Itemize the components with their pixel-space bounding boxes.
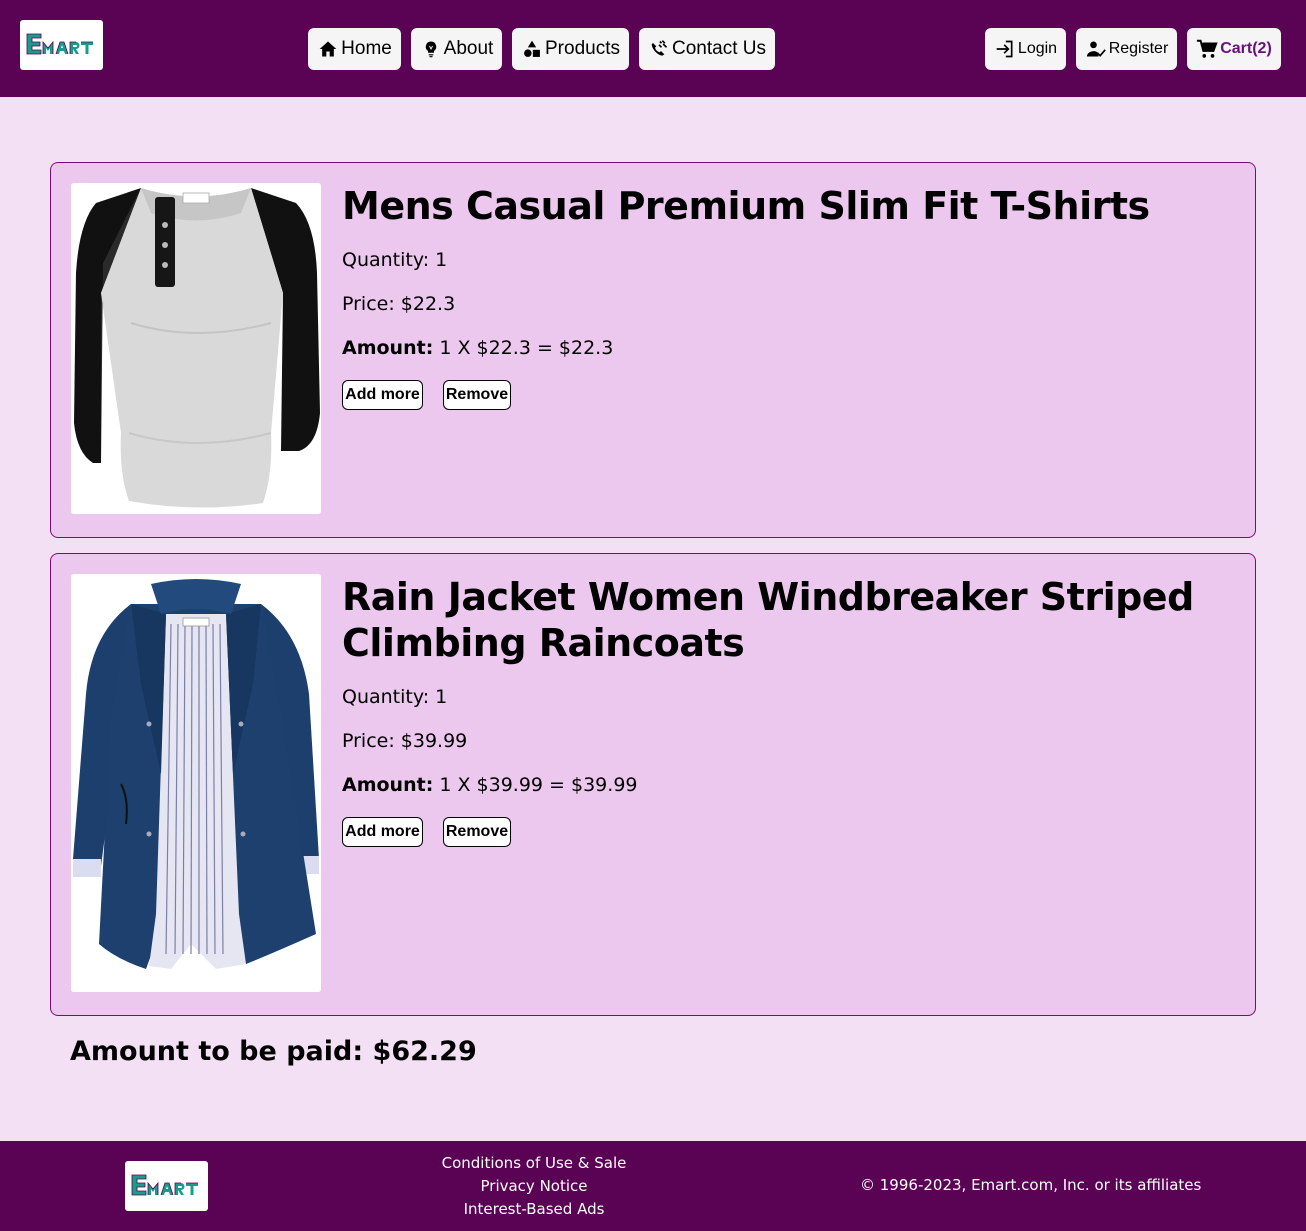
footer-links: Conditions of Use & Sale Privacy Notice … <box>434 1152 634 1221</box>
lightbulb-icon <box>420 38 442 60</box>
emart-logo-icon <box>26 33 93 55</box>
nav-about-label: About <box>443 38 494 59</box>
cart-item-details: Mens Casual Premium Slim Fit T-Shirts Qu… <box>342 183 1235 410</box>
add-more-button[interactable]: Add more <box>342 817 423 847</box>
user-check-icon <box>1085 38 1107 60</box>
copyright-text: © 1996-2023, Emart.com, Inc. or its affi… <box>860 1176 1202 1194</box>
footer: Conditions of Use & Sale Privacy Notice … <box>0 1141 1306 1231</box>
product-image-tshirt <box>71 183 321 514</box>
add-more-button[interactable]: Add more <box>342 380 423 410</box>
price-text: Price: $39.99 <box>342 730 468 752</box>
remove-button[interactable]: Remove <box>443 817 511 847</box>
total-amount: Amount to be paid: $62.29 <box>70 1036 477 1067</box>
remove-button[interactable]: Remove <box>443 380 511 410</box>
amount-text: Amount: 1 X $22.3 = $22.3 <box>342 337 1235 359</box>
register-label: Register <box>1108 40 1169 57</box>
shapes-icon <box>521 38 543 60</box>
quantity-text: Quantity: 1 <box>342 249 448 271</box>
amount-value: 1 X $39.99 = $39.99 <box>439 774 638 796</box>
cart-icon <box>1196 38 1218 60</box>
cart-item-card: Mens Casual Premium Slim Fit T-Shirts Qu… <box>50 162 1256 538</box>
nav-products[interactable]: Products <box>512 28 629 70</box>
amount-text: Amount: 1 X $39.99 = $39.99 <box>342 774 1235 796</box>
nav-about[interactable]: About <box>411 28 502 70</box>
amount-label: Amount: <box>342 337 434 359</box>
product-title: Mens Casual Premium Slim Fit T-Shirts <box>342 184 1150 228</box>
nav-products-label: Products <box>545 38 620 59</box>
footer-link-privacy[interactable]: Privacy Notice <box>434 1175 634 1198</box>
brand-logo[interactable] <box>20 20 103 70</box>
emart-logo-icon <box>131 1174 198 1196</box>
login-icon <box>994 38 1016 60</box>
home-icon <box>317 38 339 60</box>
product-image-rain-jacket <box>71 574 321 992</box>
cart-button[interactable]: Cart(2) <box>1187 28 1281 70</box>
nav-contact[interactable]: Contact Us <box>639 28 775 70</box>
price-text: Price: $22.3 <box>342 293 456 315</box>
footer-logo[interactable] <box>125 1161 208 1211</box>
amount-label: Amount: <box>342 774 434 796</box>
nav-contact-label: Contact Us <box>672 38 766 59</box>
cart-item-details: Rain Jacket Women Windbreaker Striped Cl… <box>342 574 1235 847</box>
register-button[interactable]: Register <box>1076 28 1177 70</box>
item-actions: Add more Remove <box>342 817 1235 847</box>
quantity-text: Quantity: 1 <box>342 686 448 708</box>
nav-home-label: Home <box>341 38 392 59</box>
login-label: Login <box>1017 40 1058 57</box>
top-navbar: Home About Products Contact Us Login Reg… <box>0 0 1306 97</box>
item-actions: Add more Remove <box>342 380 1235 410</box>
cart-item-card: Rain Jacket Women Windbreaker Striped Cl… <box>50 553 1256 1016</box>
footer-link-conditions[interactable]: Conditions of Use & Sale <box>434 1152 634 1175</box>
footer-link-interest-ads[interactable]: Interest-Based Ads <box>434 1198 634 1221</box>
login-button[interactable]: Login <box>985 28 1066 70</box>
nav-home[interactable]: Home <box>308 28 401 70</box>
amount-value: 1 X $22.3 = $22.3 <box>439 337 614 359</box>
cart-label: Cart(2) <box>1220 40 1272 57</box>
product-title: Rain Jacket Women Windbreaker Striped Cl… <box>342 575 1194 665</box>
contact-icon <box>648 38 670 60</box>
